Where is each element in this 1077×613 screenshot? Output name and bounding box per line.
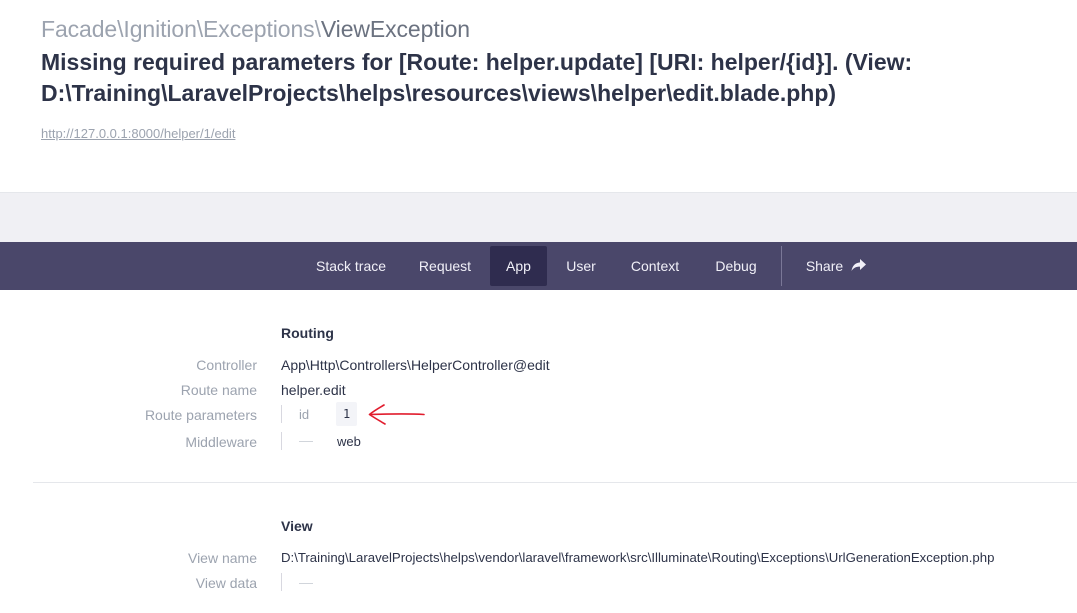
route-param-key: id <box>299 407 310 422</box>
view-name-value: D:\Training\LaravelProjects\helps\vendor… <box>281 550 995 565</box>
tab-user[interactable]: User <box>557 246 605 286</box>
view-data-dash <box>299 583 313 584</box>
tab-divider <box>781 246 782 286</box>
middleware-value: web <box>337 434 361 449</box>
middleware-dash <box>299 441 313 442</box>
error-header: Facade\Ignition\Exceptions\ViewException… <box>0 0 1077 193</box>
view-data-divider <box>281 573 282 591</box>
controller-label: Controller <box>196 357 257 373</box>
view-section-title: View <box>281 518 313 534</box>
route-parameters-divider <box>281 405 282 423</box>
route-name-value: helper.edit <box>281 382 346 398</box>
route-name-label: Route name <box>180 382 257 398</box>
tab-stack-trace[interactable]: Stack trace <box>305 246 397 286</box>
tab-context[interactable]: Context <box>619 246 691 286</box>
view-name-label: View name <box>187 550 257 566</box>
share-arrow-icon <box>851 247 867 287</box>
middleware-divider <box>281 432 282 450</box>
section-divider <box>33 482 1077 483</box>
red-arrow-annotation-icon <box>368 404 425 425</box>
exception-name: ViewException <box>320 16 471 42</box>
view-data-label: View data <box>195 575 257 591</box>
exception-class: Facade\Ignition\Exceptions\ViewException <box>41 16 470 43</box>
header-spacer-band <box>0 193 1077 242</box>
route-parameters-label: Route parameters <box>144 407 257 423</box>
share-label: Share <box>805 258 844 274</box>
tab-debug[interactable]: Debug <box>703 246 769 286</box>
exception-message: Missing required parameters for [Route: … <box>41 49 913 106</box>
controller-value: App\Http\Controllers\HelperController@ed… <box>281 357 550 373</box>
middleware-label: Middleware <box>185 434 257 450</box>
request-url-link[interactable]: http://127.0.0.1:8000/helper/1/edit <box>41 126 235 141</box>
exception-namespace: Facade\Ignition\Exceptions\ <box>41 16 321 42</box>
tab-request[interactable]: Request <box>407 246 483 286</box>
share-button[interactable]: Share <box>795 246 877 286</box>
routing-section-title: Routing <box>281 325 334 341</box>
route-param-value: 1 <box>336 402 358 426</box>
tab-app[interactable]: App <box>490 246 547 286</box>
tab-bar: Stack trace Request App User Context Deb… <box>0 242 1077 290</box>
